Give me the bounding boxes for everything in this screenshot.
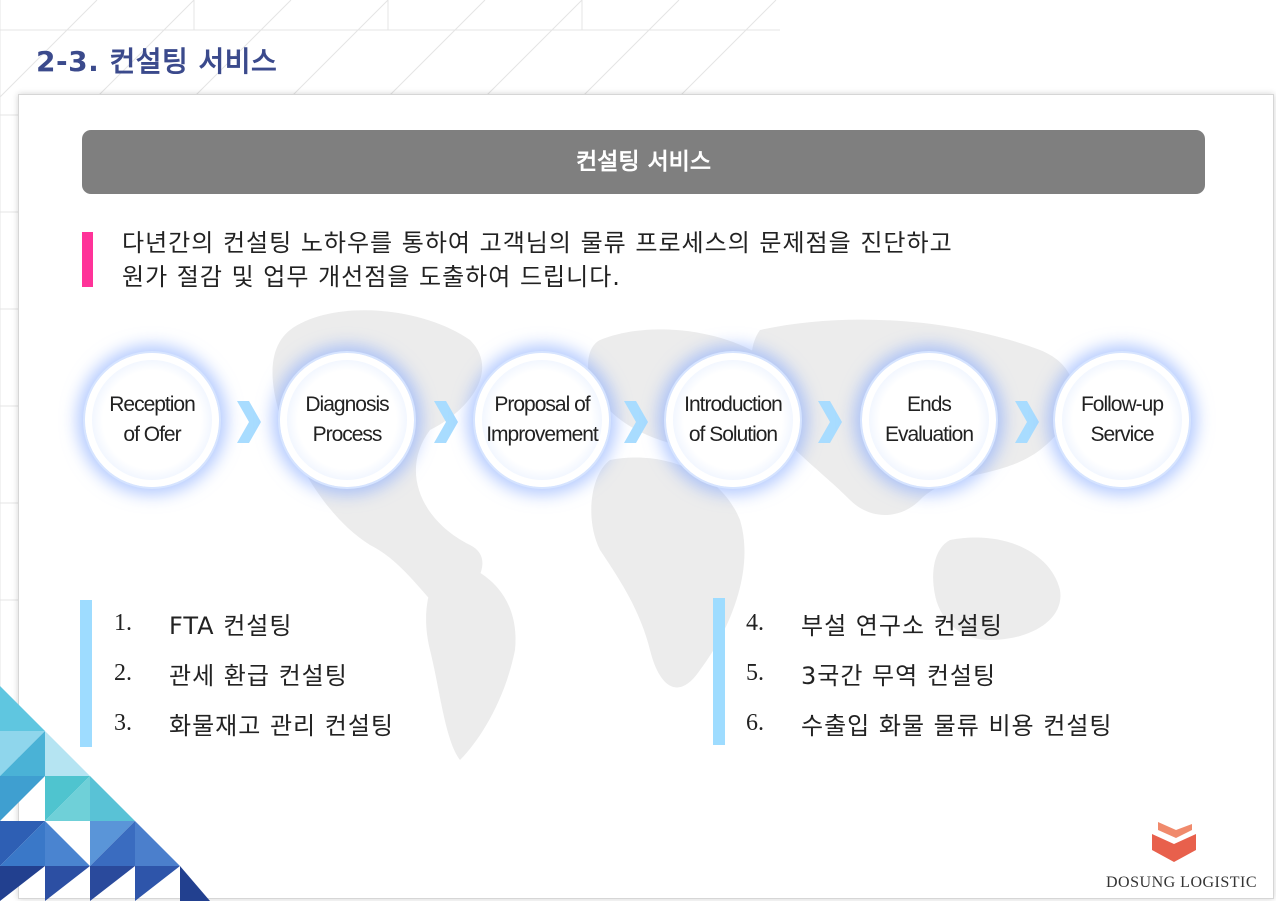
list-item-text: 3국간 무역 컨설팅 — [801, 661, 997, 690]
process-step-introduction: Introduction of Solution — [666, 353, 800, 487]
list-item-number: 5. — [746, 659, 764, 686]
process-step-label: Introduction of Solution — [684, 393, 783, 446]
list-item-number: 2. — [114, 659, 132, 686]
process-step-label: Ends Evaluation — [884, 393, 974, 446]
process-step-proposal: Proposal of Improvement — [475, 353, 609, 487]
chevron-right-icon — [624, 401, 648, 443]
process-step-label: Diagnosis Process — [305, 393, 389, 446]
intro-accent-bar — [82, 232, 93, 287]
process-step-label: Proposal of Improvement — [486, 393, 599, 446]
chevron-right-icon — [1015, 401, 1039, 443]
services-list-right: 4. 부설 연구소 컨설팅 5. 3국간 무역 컨설팅 6. 수출입 화물 물류… — [746, 598, 1112, 748]
company-logo-icon — [1152, 822, 1196, 862]
decorative-triangles — [0, 686, 210, 901]
list-accent-bar-right — [713, 598, 725, 745]
intro-line-1: 다년간의 컨설팅 노하우를 통하여 고객님의 물류 프로세스의 문제점을 진단하… — [122, 229, 953, 257]
company-name: DOSUNG LOGISTIC — [1106, 874, 1258, 891]
list-item: 4. 부설 연구소 컨설팅 — [746, 598, 1112, 648]
list-item-text: 부설 연구소 컨설팅 — [801, 611, 1003, 640]
list-item-text: FTA 컨설팅 — [169, 611, 293, 640]
chevron-right-icon — [818, 401, 842, 443]
list-item: 1. FTA 컨설팅 — [114, 598, 394, 648]
list-item: 6. 수출입 화물 물류 비용 컨설팅 — [746, 698, 1112, 748]
list-item: 5. 3국간 무역 컨설팅 — [746, 648, 1112, 698]
process-step-label: Reception of Ofer — [109, 393, 196, 446]
intro-line-2: 원가 절감 및 업무 개선점을 도출하여 드립니다. — [122, 263, 621, 291]
process-step-follow-up: Follow-up Service — [1055, 353, 1189, 487]
process-step-diagnosis: Diagnosis Process — [280, 353, 414, 487]
chevron-right-icon — [237, 401, 261, 443]
list-item-number: 4. — [746, 609, 764, 636]
chevron-right-icon — [434, 401, 458, 443]
process-step-evaluation: Ends Evaluation — [862, 353, 996, 487]
process-step-label: Follow-up Service — [1080, 393, 1164, 446]
section-banner: 컨설팅 서비스 — [82, 130, 1205, 194]
list-item-text: 수출입 화물 물류 비용 컨설팅 — [801, 711, 1113, 740]
list-item-number: 6. — [746, 709, 764, 736]
intro-text: 다년간의 컨설팅 노하우를 통하여 고객님의 물류 프로세스의 문제점을 진단하… — [122, 226, 953, 294]
process-step-reception: Reception of Ofer — [85, 353, 219, 487]
list-item-number: 1. — [114, 609, 132, 636]
